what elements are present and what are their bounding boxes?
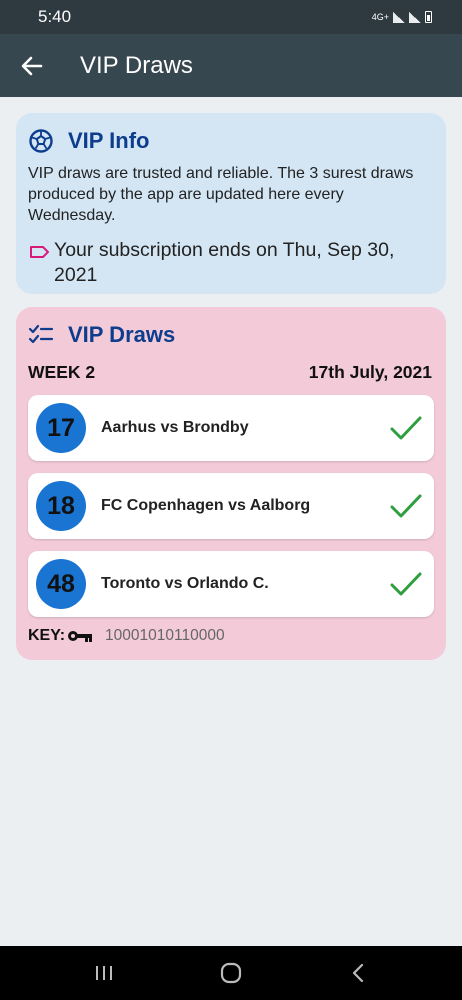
- signal-icon: [393, 11, 405, 23]
- draw-match-name: FC Copenhagen vs Aalborg: [101, 497, 311, 514]
- subscription-text: Your subscription ends on Thu, Sep 30, 2…: [54, 239, 395, 286]
- draw-item[interactable]: 18 FC Copenhagen vs Aalborg: [28, 473, 434, 539]
- week-label: WEEK 2: [28, 361, 96, 382]
- battery-icon: [425, 11, 432, 23]
- chevron-left-icon: [353, 963, 364, 983]
- home-button[interactable]: [201, 953, 261, 993]
- status-bar: 5:40 4G+: [0, 0, 462, 34]
- vip-info-header: VIP Info: [28, 125, 434, 157]
- soccer-ball-icon: [29, 129, 53, 153]
- recent-apps-button[interactable]: [74, 953, 134, 993]
- arrow-left-icon: [21, 56, 43, 75]
- draw-match-name: Toronto vs Orlando C.: [101, 575, 269, 592]
- status-time: 5:40: [38, 7, 72, 26]
- back-nav-button[interactable]: [328, 953, 388, 993]
- back-button[interactable]: [0, 34, 64, 97]
- vip-info-title: VIP Info: [68, 128, 150, 153]
- key-value: 10001010110000: [105, 627, 225, 644]
- draw-number-badge: 18: [36, 481, 86, 531]
- draw-number-badge: 48: [36, 559, 86, 609]
- check-icon: [390, 572, 422, 596]
- draw-number-badge: 17: [36, 403, 86, 453]
- vip-draws-card: VIP Draws WEEK 2 17th July, 2021 17 Aarh…: [16, 307, 446, 660]
- draws-list: 17 Aarhus vs Brondby 18 FC Copenhagen vs…: [28, 395, 434, 617]
- system-nav-bar: [0, 946, 462, 1000]
- home-icon: [220, 962, 242, 984]
- key-label: KEY:: [28, 627, 66, 644]
- subscription-row: Your subscription ends on Thu, Sep 30, 2…: [28, 238, 434, 288]
- checklist-icon: [28, 324, 54, 344]
- status-icons: 4G+: [372, 11, 432, 23]
- check-icon: [390, 416, 422, 440]
- vip-info-description: VIP draws are trusted and reliable. The …: [28, 165, 414, 224]
- network-type: 4G+: [371, 12, 389, 22]
- draw-item[interactable]: 48 Toronto vs Orlando C.: [28, 551, 434, 617]
- draw-item[interactable]: 17 Aarhus vs Brondby: [28, 395, 434, 461]
- label-tag-icon: [30, 246, 49, 258]
- vip-draws-header: VIP Draws: [28, 319, 434, 351]
- week-row: WEEK 2 17th July, 2021: [28, 361, 434, 383]
- vip-draws-title: VIP Draws: [68, 322, 176, 347]
- signal-icon-2: [409, 11, 421, 23]
- key-icon: [68, 631, 93, 642]
- draw-match-name: Aarhus vs Brondby: [101, 419, 249, 436]
- check-icon: [390, 494, 422, 518]
- vip-info-card: VIP Info VIP draws are trusted and relia…: [16, 113, 446, 294]
- recent-apps-icon: [95, 966, 112, 980]
- app-bar: VIP Draws: [0, 34, 462, 97]
- page-title: VIP Draws: [80, 51, 193, 79]
- week-date: 17th July, 2021: [308, 361, 432, 382]
- key-row: KEY: 10001010110000: [28, 627, 434, 645]
